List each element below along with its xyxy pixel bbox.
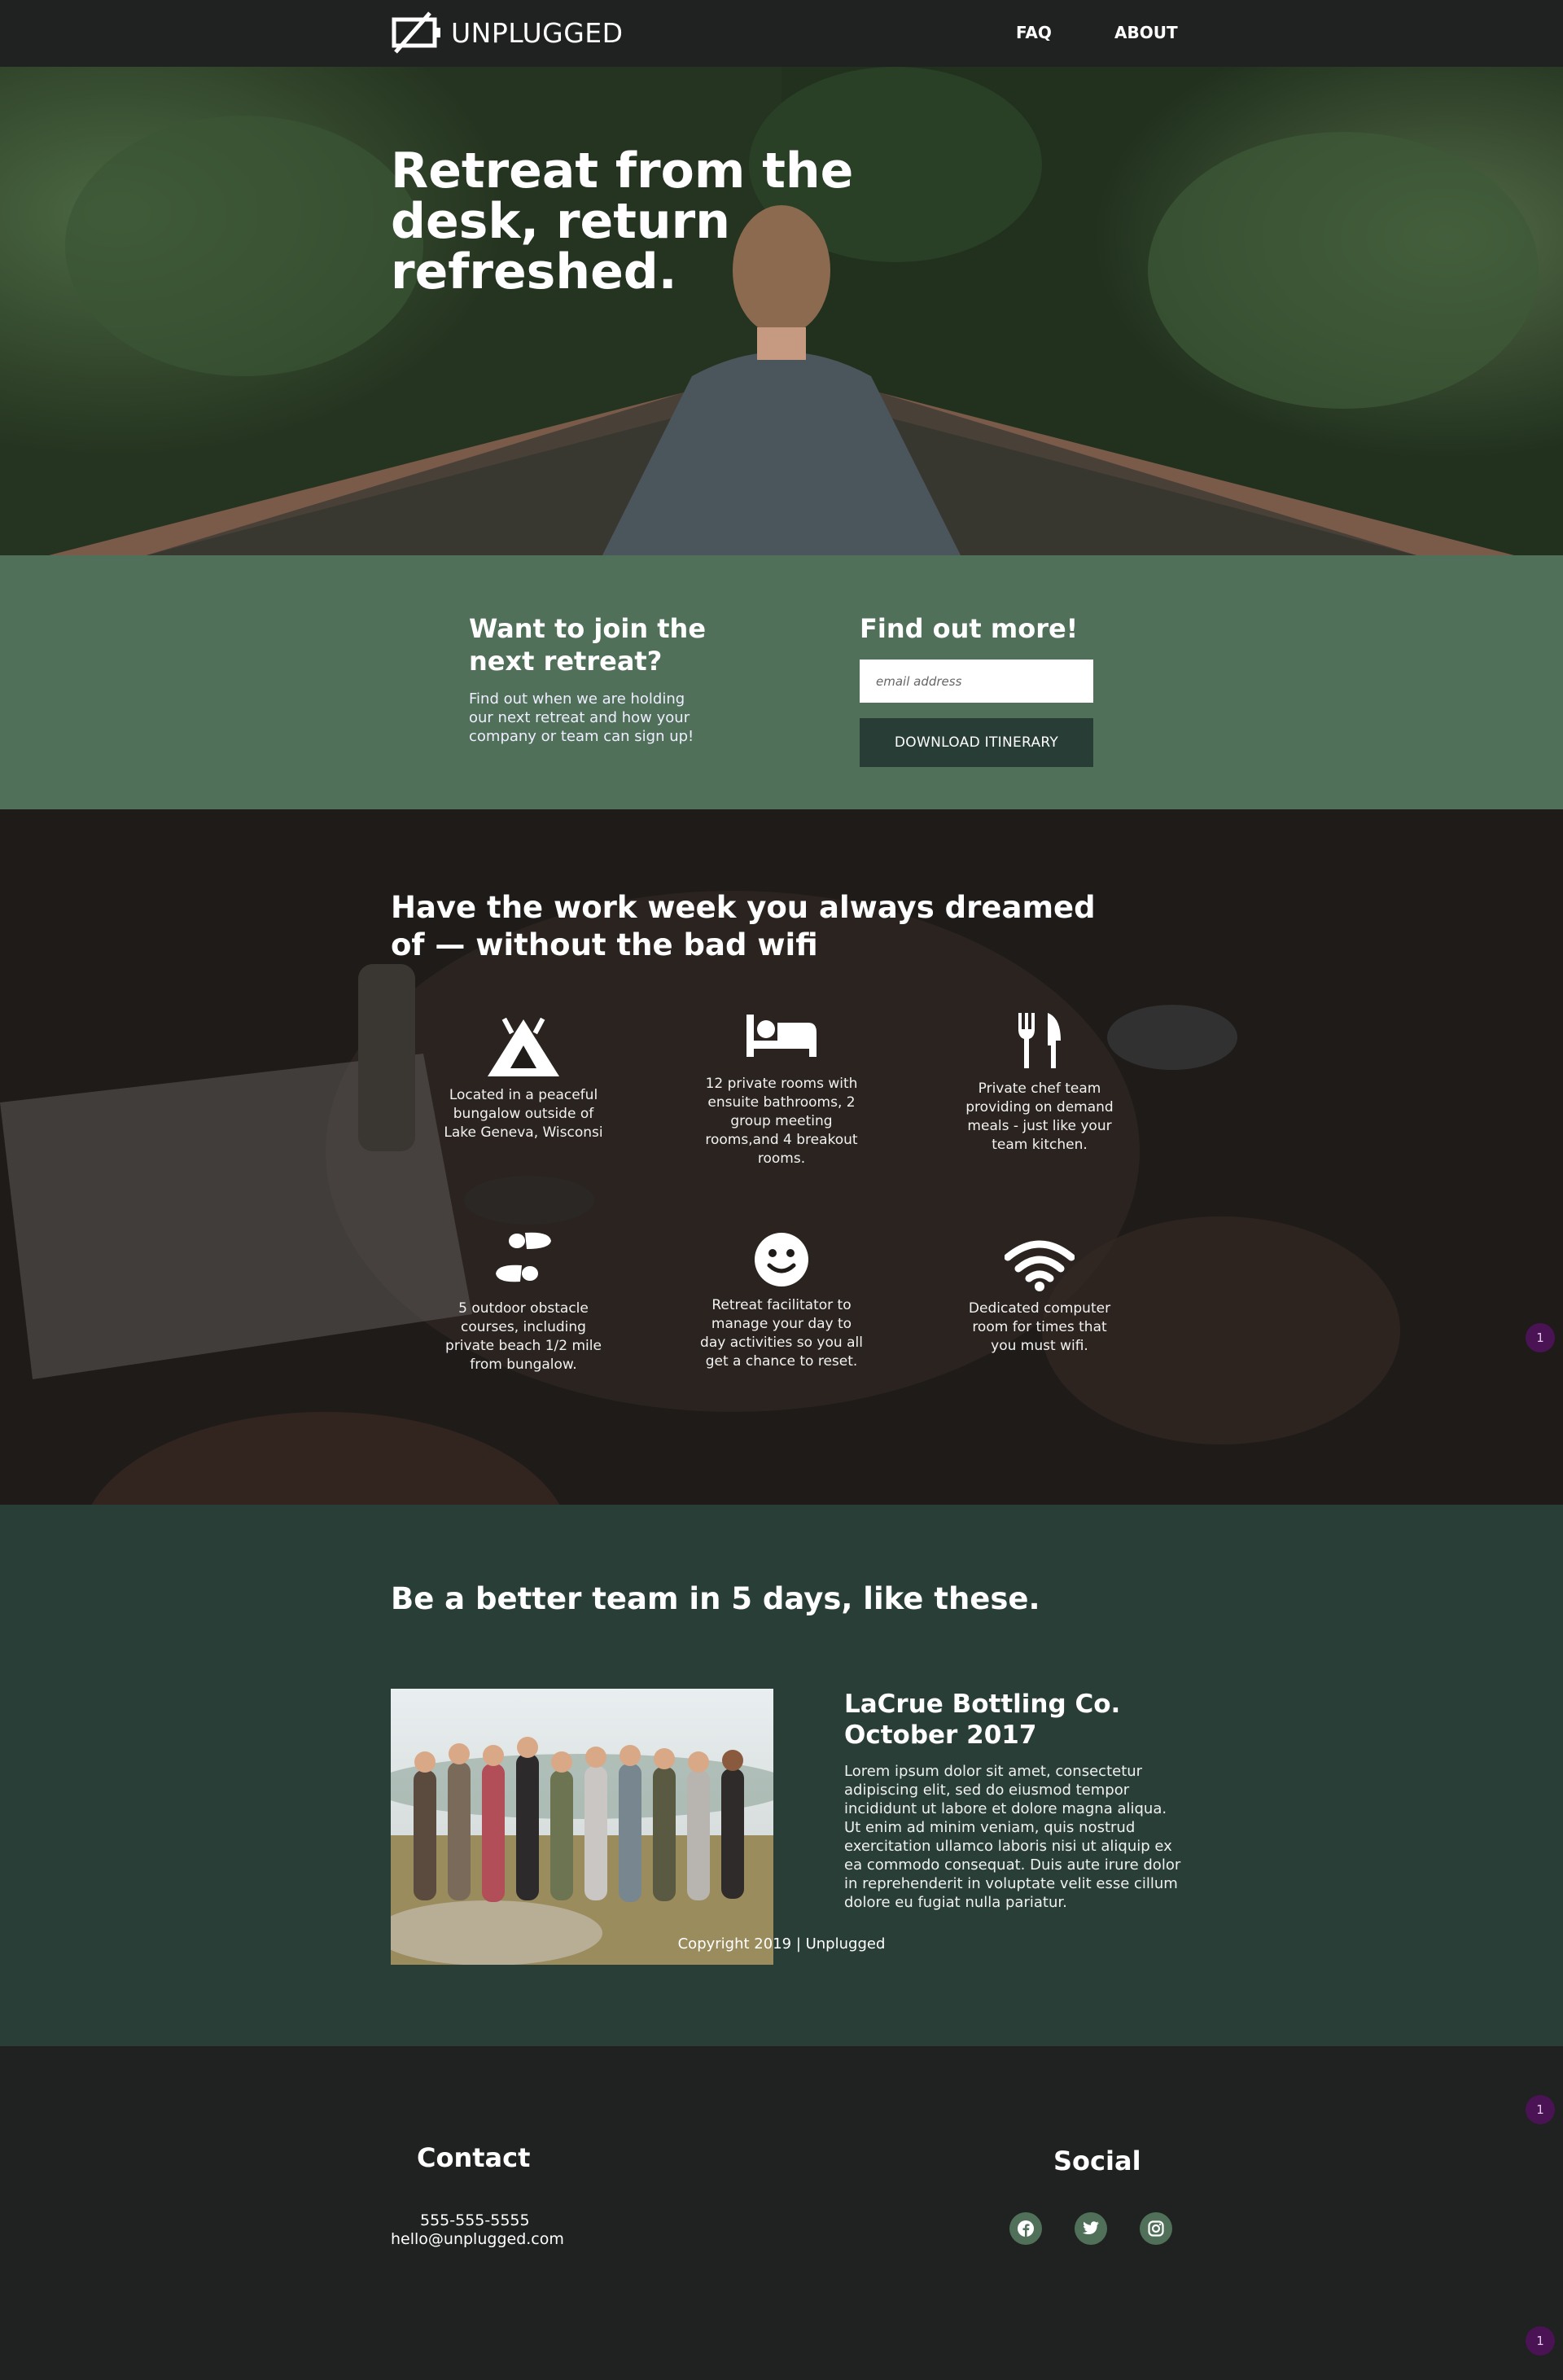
form-heading: Find out more! <box>860 613 1079 644</box>
facebook-icon <box>1018 2220 1034 2237</box>
feature-wifi-text: Dedicated computer room for times that y… <box>968 1300 1111 1354</box>
facebook-link[interactable] <box>1009 2212 1042 2245</box>
feature-location-text: Located in a peaceful bungalow outside o… <box>444 1087 603 1141</box>
notification-badge[interactable]: 1 <box>1526 2095 1555 2124</box>
social-heading: Social <box>1053 2146 1141 2176</box>
notification-badge[interactable]: 1 <box>1526 1323 1555 1352</box>
signup-section: Want to join the next retreat? Find out … <box>0 555 1563 809</box>
download-itinerary-button[interactable]: DOWNLOAD ITINERARY <box>860 718 1093 767</box>
instagram-link[interactable] <box>1140 2212 1172 2245</box>
team-photo <box>391 1689 773 1965</box>
features-heading: Have the work week you always dreamed of… <box>391 890 1096 962</box>
nav-link-about[interactable]: ABOUT <box>1114 23 1178 42</box>
feature-chef-text: Private chef team providing on demand me… <box>965 1080 1114 1153</box>
team-section: Be a better team in 5 days, like these. <box>0 1505 1563 2046</box>
wifi-icon <box>1005 1240 1075 1291</box>
bed-icon <box>746 1015 817 1057</box>
footer: Contact 555-555-5555 hello@unplugged.com… <box>0 2046 1563 2380</box>
twitter-icon <box>1083 2221 1099 2234</box>
feature-rooms-text: 12 private rooms with ensuite bathrooms,… <box>705 1076 858 1167</box>
unplugged-logo-icon <box>392 11 440 54</box>
tent-icon <box>488 1018 559 1076</box>
feature-facilitator-text: Retreat facilitator to manage your day t… <box>700 1297 863 1370</box>
smile-icon <box>755 1233 808 1286</box>
shoe-prints-icon <box>496 1232 551 1282</box>
feature-obstacle-text: 5 outdoor obstacle courses, including pr… <box>445 1300 602 1373</box>
case-study-title: LaCrue Bottling Co. October 2017 <box>844 1690 1121 1750</box>
team-group-image <box>391 1689 773 1965</box>
feature-obstacle: 5 outdoor obstacle courses, including pr… <box>442 1229 605 1374</box>
logo[interactable]: UNPLUGGED <box>391 11 624 54</box>
utensils-icon <box>1018 1013 1061 1068</box>
feature-facilitator: Retreat facilitator to manage your day t… <box>700 1231 863 1371</box>
contact-phone[interactable]: 555-555-5555 <box>420 2211 530 2229</box>
team-heading: Be a better team in 5 days, like these. <box>391 1581 1040 1616</box>
nav-link-faq[interactable]: FAQ <box>1016 23 1052 42</box>
feature-location: Located in a peaceful bungalow outside o… <box>442 1018 605 1142</box>
hero-section: Retreat from the desk, return refreshed. <box>0 67 1563 555</box>
notification-badge[interactable]: 1 <box>1526 2326 1555 2356</box>
feature-wifi: Dedicated computer room for times that y… <box>958 1239 1121 1356</box>
contact-email[interactable]: hello@unplugged.com <box>391 2230 564 2248</box>
hero-title: Retreat from the desk, return refreshed. <box>391 142 854 300</box>
twitter-link[interactable] <box>1075 2212 1107 2245</box>
signup-heading: Want to join the next retreat? <box>469 613 707 677</box>
features-section: Have the work week you always dreamed of… <box>0 809 1563 1505</box>
hero-background-image <box>0 67 1563 555</box>
feature-rooms: 12 private rooms with ensuite bathrooms,… <box>700 1013 863 1168</box>
signup-description: Find out when we are holding our next re… <box>469 690 694 745</box>
email-input[interactable] <box>860 660 1093 703</box>
logo-text: UNPLUGGED <box>451 16 624 49</box>
copyright: Copyright 2019 | Unplugged <box>677 1935 886 1953</box>
case-study-text: Lorem ipsum dolor sit amet, consectetur … <box>844 1763 1181 1911</box>
top-nav: UNPLUGGED FAQ ABOUT <box>0 0 1563 67</box>
contact-heading: Contact <box>417 2142 531 2173</box>
instagram-icon <box>1148 2220 1164 2237</box>
feature-chef: Private chef team providing on demand me… <box>958 1013 1121 1155</box>
